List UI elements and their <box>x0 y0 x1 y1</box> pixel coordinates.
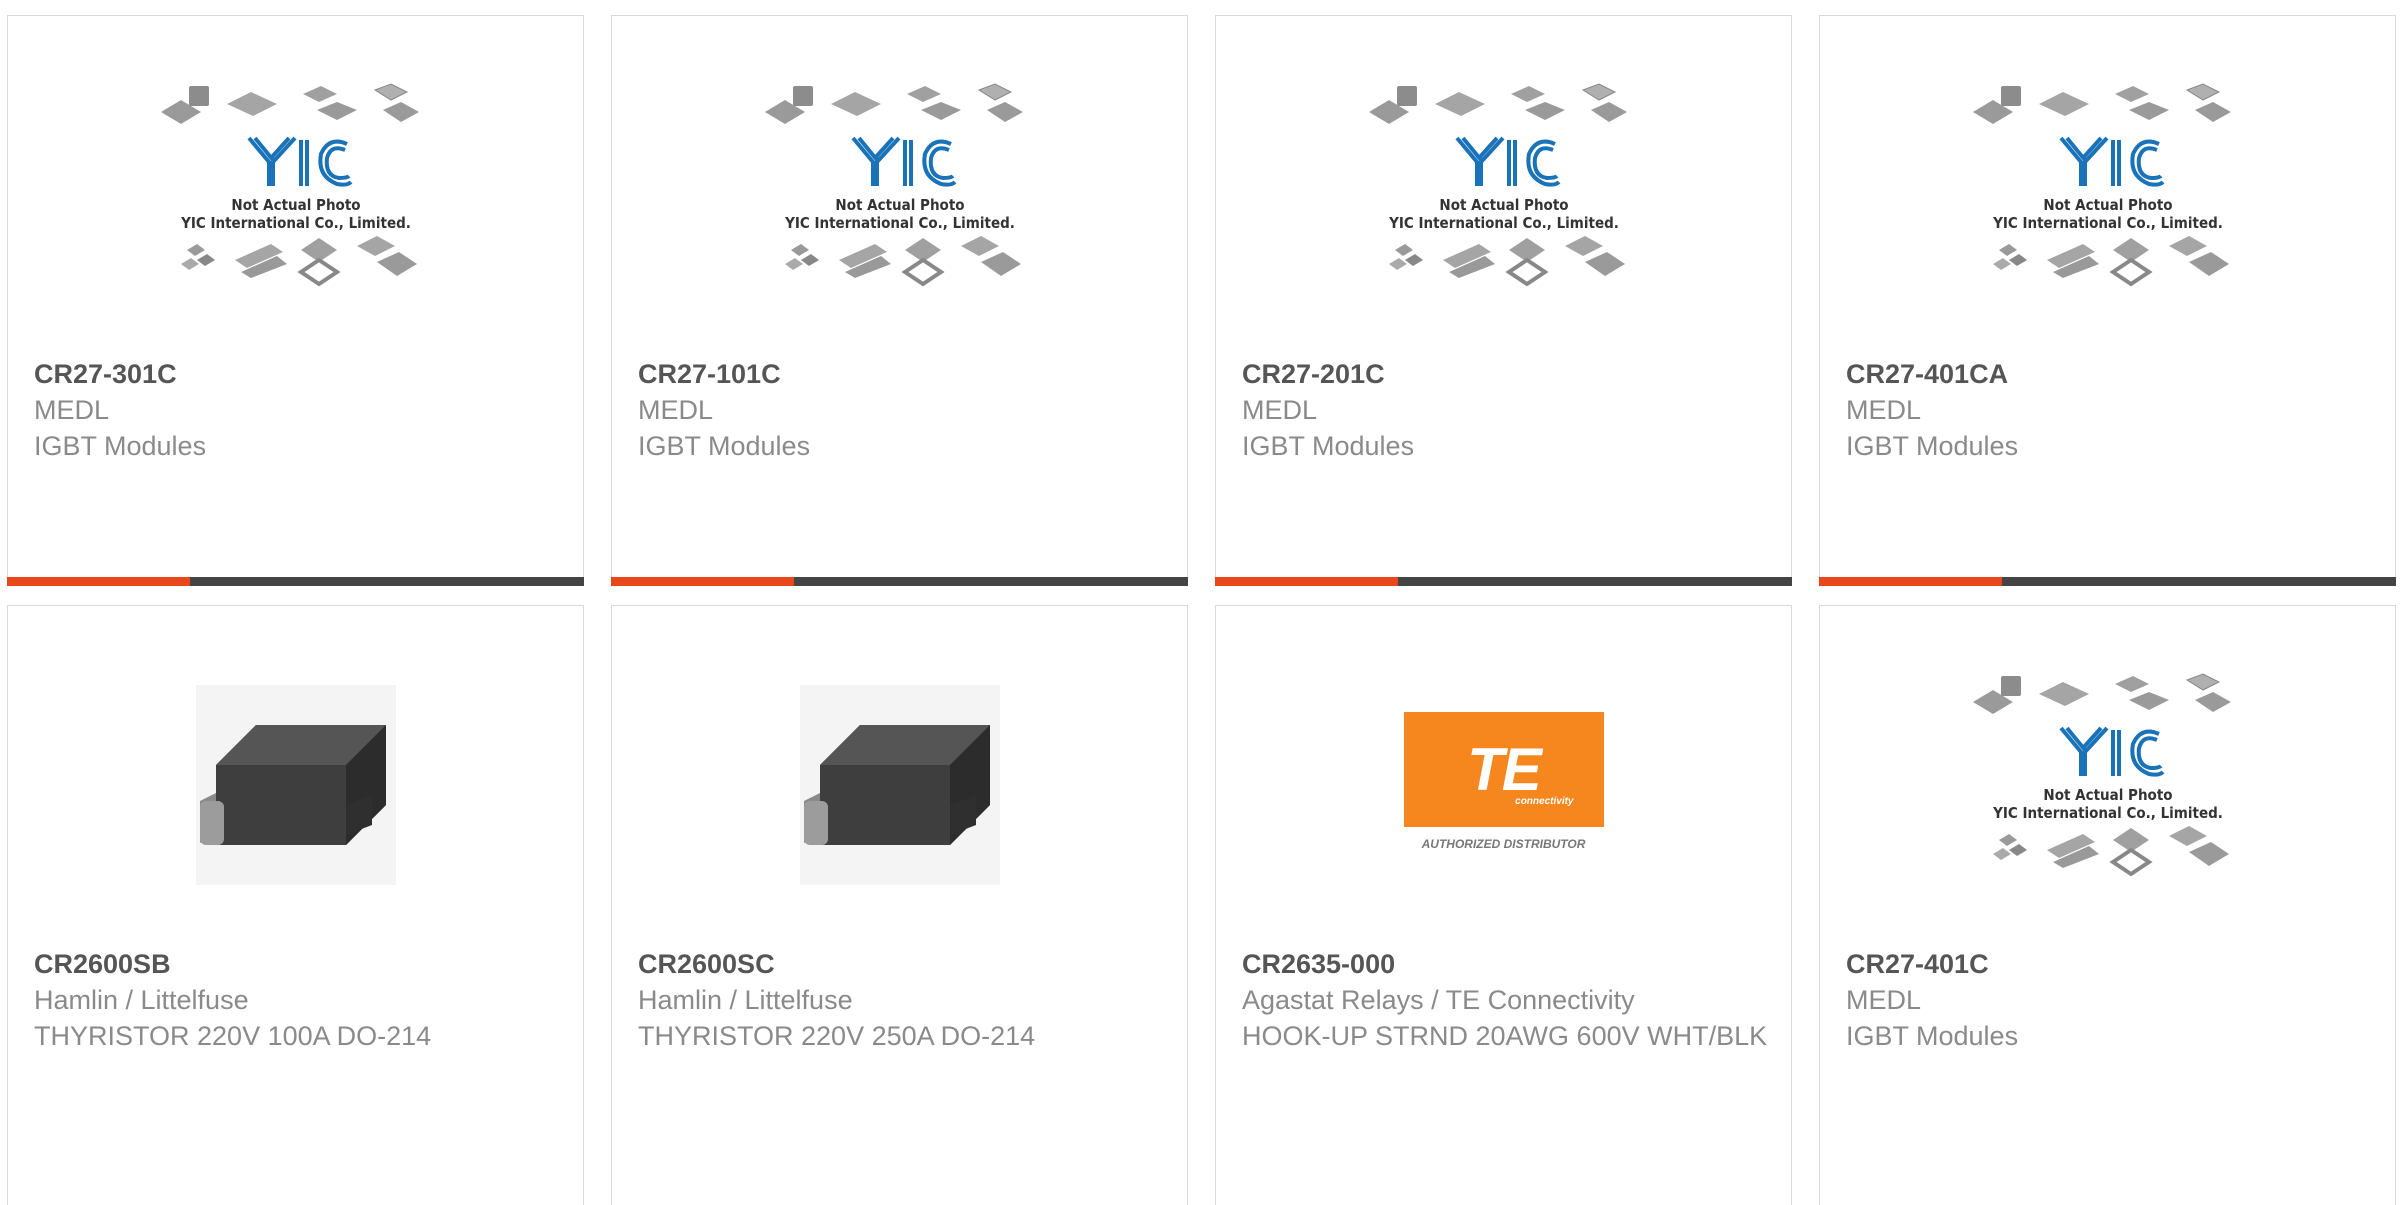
product-info: CR2600SB Hamlin / Littelfuse THYRISTOR 2… <box>34 946 563 1054</box>
product-image <box>8 606 583 946</box>
product-image: Not Actual Photo YIC International Co., … <box>1216 16 1791 356</box>
part-number[interactable]: CR27-401C <box>1846 946 2375 982</box>
placeholder-line2: YIC International Co., Limited. <box>784 214 1015 232</box>
product-image: Not Actual Photo YIC International Co., … <box>1820 16 2395 356</box>
product-info: CR27-401C MEDL IGBT Modules <box>1846 946 2375 1054</box>
placeholder-line1: Not Actual Photo <box>2043 196 2172 214</box>
product-info: CR27-301C MEDL IGBT Modules <box>34 356 563 464</box>
manufacturer: Agastat Relays / TE Connectivity <box>1242 985 1635 1015</box>
yic-placeholder-image: Not Actual Photo YIC International Co., … <box>1972 82 2233 286</box>
product-info: CR27-201C MEDL IGBT Modules <box>1242 356 1771 464</box>
description: THYRISTOR 220V 250A DO-214 <box>638 1021 1036 1051</box>
product-card[interactable]: CR2600SB Hamlin / Littelfuse THYRISTOR 2… <box>7 605 584 1205</box>
product-card[interactable]: TE connectivity AUTHORIZED DISTRIBUTOR C… <box>1215 605 1792 1205</box>
product-info: CR27-401CA MEDL IGBT Modules <box>1846 356 2375 464</box>
manufacturer: MEDL <box>1846 985 1922 1015</box>
product-image: Not Actual Photo YIC International Co., … <box>612 16 1187 356</box>
placeholder-line1: Not Actual Photo <box>231 196 360 214</box>
product-image <box>612 606 1187 946</box>
part-number[interactable]: CR2635-000 <box>1242 946 1771 982</box>
part-number[interactable]: CR27-101C <box>638 356 1167 392</box>
description: IGBT Modules <box>34 431 207 461</box>
te-connectivity-logo: TE connectivity <box>1403 711 1604 827</box>
part-number[interactable]: CR2600SB <box>34 946 563 982</box>
manufacturer: MEDL <box>638 395 714 425</box>
part-number[interactable]: CR2600SC <box>638 946 1167 982</box>
product-card[interactable]: Not Actual Photo YIC International Co., … <box>1819 15 2396 586</box>
product-card[interactable]: Not Actual Photo YIC International Co., … <box>1215 15 1792 586</box>
card-progress-bar <box>611 577 1188 586</box>
placeholder-line2: YIC International Co., Limited. <box>1388 214 1619 232</box>
manufacturer: Hamlin / Littelfuse <box>34 985 249 1015</box>
manufacturer: Hamlin / Littelfuse <box>638 985 853 1015</box>
manufacturer: MEDL <box>1846 395 1922 425</box>
placeholder-line2: YIC International Co., Limited. <box>1992 804 2223 822</box>
authorized-distributor-text: AUTHORIZED DISTRIBUTOR <box>1421 836 1586 851</box>
accent-segment <box>611 577 794 586</box>
description: HOOK-UP STRND 20AWG 600V WHT/BLK <box>1242 1021 1768 1051</box>
placeholder-line1: Not Actual Photo <box>1439 196 1568 214</box>
placeholder-line2: YIC International Co., Limited. <box>180 214 411 232</box>
product-info: CR2635-000 Agastat Relays / TE Connectiv… <box>1242 946 1771 1054</box>
manufacturer: MEDL <box>1242 395 1318 425</box>
card-progress-bar <box>1215 577 1792 586</box>
do214-package-image <box>195 685 396 885</box>
product-info: CR2600SC Hamlin / Littelfuse THYRISTOR 2… <box>638 946 1167 1054</box>
yic-placeholder-image: Not Actual Photo YIC International Co., … <box>1972 672 2233 876</box>
product-card[interactable]: Not Actual Photo YIC International Co., … <box>611 15 1188 586</box>
description: IGBT Modules <box>1846 431 2019 461</box>
card-progress-bar <box>1819 577 2396 586</box>
accent-segment <box>1819 577 2002 586</box>
manufacturer: MEDL <box>34 395 110 425</box>
yic-placeholder-image: Not Actual Photo YIC International Co., … <box>1368 82 1629 286</box>
placeholder-line1: Not Actual Photo <box>2043 786 2172 804</box>
part-number[interactable]: CR27-401CA <box>1846 356 2375 392</box>
description: IGBT Modules <box>1846 1021 2019 1051</box>
product-image: TE connectivity AUTHORIZED DISTRIBUTOR <box>1216 606 1791 946</box>
product-card[interactable]: CR2600SC Hamlin / Littelfuse THYRISTOR 2… <box>611 605 1188 1205</box>
product-image: Not Actual Photo YIC International Co., … <box>8 16 583 356</box>
card-progress-bar <box>7 577 584 586</box>
te-logo-subtext: connectivity <box>1515 795 1574 807</box>
do214-package-image <box>799 685 1000 885</box>
product-info: CR27-101C MEDL IGBT Modules <box>638 356 1167 464</box>
product-grid: Not Actual Photo YIC International Co., … <box>0 0 2400 1205</box>
product-card[interactable]: Not Actual Photo YIC International Co., … <box>1819 605 2396 1205</box>
description: THYRISTOR 220V 100A DO-214 <box>34 1021 432 1051</box>
part-number[interactable]: CR27-301C <box>34 356 563 392</box>
yic-placeholder-image: Not Actual Photo YIC International Co., … <box>160 82 421 286</box>
part-number[interactable]: CR27-201C <box>1242 356 1771 392</box>
yic-placeholder-image: Not Actual Photo YIC International Co., … <box>764 82 1025 286</box>
accent-segment <box>7 577 190 586</box>
accent-segment <box>1215 577 1398 586</box>
description: IGBT Modules <box>1242 431 1415 461</box>
placeholder-line2: YIC International Co., Limited. <box>1992 214 2223 232</box>
product-card[interactable]: Not Actual Photo YIC International Co., … <box>7 15 584 586</box>
placeholder-line1: Not Actual Photo <box>835 196 964 214</box>
te-logo-text: TE <box>1467 735 1542 803</box>
description: IGBT Modules <box>638 431 811 461</box>
product-image: Not Actual Photo YIC International Co., … <box>1820 606 2395 946</box>
